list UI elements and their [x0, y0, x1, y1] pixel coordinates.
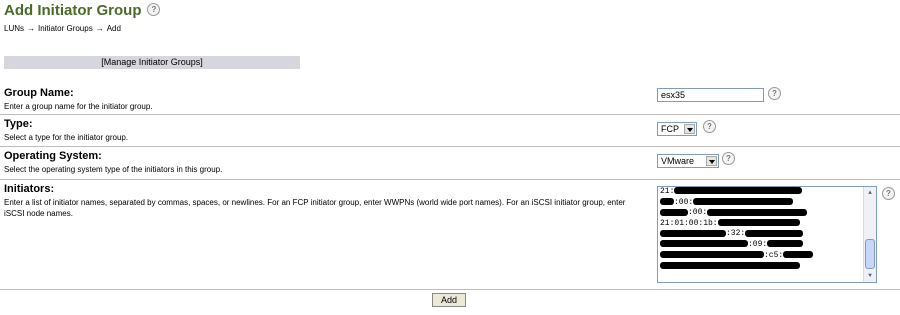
type-label: Type:	[4, 118, 33, 130]
os-select-value: VMware	[661, 156, 695, 166]
initiator-line: :32:	[658, 229, 876, 240]
manage-initiator-groups-link[interactable]: [Manage Initiator Groups]	[4, 56, 300, 69]
redaction	[660, 250, 764, 258]
initiator-line: :09:	[658, 240, 876, 251]
os-description: Select the operating system type of the …	[4, 165, 223, 174]
breadcrumb-initiator-groups[interactable]: Initiator Groups	[38, 24, 93, 33]
help-icon[interactable]: ?	[722, 152, 735, 165]
breadcrumb-luns[interactable]: LUNs	[4, 24, 24, 33]
chevron-down-icon[interactable]	[684, 124, 695, 134]
group-name-row: Group Name: Enter a group name for the i…	[0, 84, 900, 115]
breadcrumb: LUNs → Initiator Groups → Add	[4, 24, 121, 33]
page-title: Add Initiator Group?	[4, 2, 161, 19]
redaction	[660, 229, 726, 237]
arrow-up-icon[interactable]: ▲	[865, 188, 875, 198]
os-select[interactable]: VMware	[657, 154, 719, 168]
help-icon[interactable]: ?	[703, 120, 716, 133]
group-name-description: Enter a group name for the initiator gro…	[4, 102, 153, 111]
type-description: Select a type for the initiator group.	[4, 133, 129, 142]
redaction	[674, 187, 803, 195]
redaction	[783, 250, 814, 258]
initiator-line: :00:	[658, 198, 876, 209]
redaction	[717, 219, 800, 227]
redaction	[660, 208, 688, 216]
scrollbar-thumb[interactable]	[865, 239, 875, 269]
initiators-description: Enter a list of initiator names, separat…	[4, 198, 626, 218]
redaction	[660, 261, 800, 269]
help-icon[interactable]: ?	[147, 2, 161, 16]
redaction	[693, 197, 794, 205]
os-label: Operating System:	[4, 150, 102, 162]
type-select-value: FCP	[661, 124, 679, 134]
initiators-textarea[interactable]: 21: :00: :00: 21:01:00:1b: :32: :09: :c5…	[657, 186, 877, 283]
initiator-line: 21:01:00:1b:	[658, 219, 876, 230]
redaction	[745, 229, 804, 237]
help-icon[interactable]: ?	[768, 87, 781, 100]
os-row: Operating System: Select the operating s…	[0, 147, 900, 180]
initiator-line: :00:	[658, 208, 876, 219]
manage-bar: [Manage Initiator Groups]	[4, 56, 300, 69]
breadcrumb-add: Add	[106, 24, 121, 33]
chevron-down-icon[interactable]	[706, 156, 717, 166]
initiator-line	[658, 261, 876, 272]
group-name-input[interactable]	[657, 88, 764, 102]
breadcrumb-separator: →	[95, 24, 104, 33]
initiators-label: Initiators:	[4, 183, 55, 195]
breadcrumb-separator: →	[27, 24, 36, 33]
group-name-label: Group Name:	[4, 87, 74, 99]
redaction	[660, 240, 748, 248]
textarea-scrollbar[interactable]: ▲ ▼	[863, 187, 876, 282]
page-title-text: Add Initiator Group	[4, 2, 142, 19]
type-row: Type: Select a type for the initiator gr…	[0, 115, 900, 147]
help-icon[interactable]: ?	[882, 187, 895, 200]
redaction	[767, 240, 804, 248]
arrow-down-icon[interactable]: ▼	[865, 271, 875, 281]
redaction	[660, 197, 674, 205]
initiator-line: :c5:	[658, 251, 876, 262]
add-button[interactable]: Add	[432, 293, 466, 307]
redaction	[707, 208, 808, 216]
initiator-line: 21:	[658, 187, 876, 198]
type-select[interactable]: FCP	[657, 122, 697, 136]
